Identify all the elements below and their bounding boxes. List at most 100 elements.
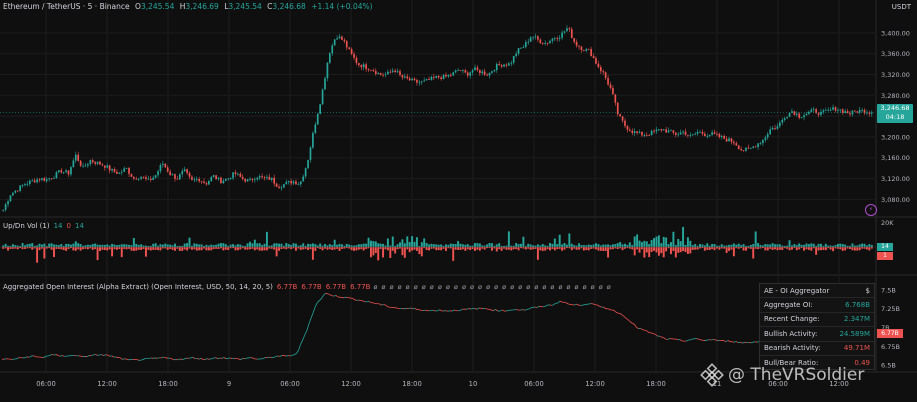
volume-up-bar — [263, 243, 266, 247]
flash-icon[interactable]: ⚡ — [865, 204, 877, 216]
volume-up-bar — [626, 244, 629, 247]
volume-up-bar — [476, 243, 479, 247]
volume-down-bar — [536, 247, 539, 260]
candle — [633, 131, 636, 133]
volume-down-bar — [396, 247, 399, 250]
oi-indicator-label[interactable]: Aggregated Open Interest (Alpha Extract)… — [3, 283, 612, 291]
currency-label[interactable]: USDT — [892, 3, 911, 11]
volume-down-bar — [824, 247, 827, 251]
oi-segment — [501, 309, 504, 312]
volume-up-bar — [57, 245, 60, 247]
volume-down-bar — [778, 247, 781, 250]
volume-up-bar — [624, 243, 626, 247]
candle — [43, 178, 46, 181]
volume-down-bar — [471, 247, 474, 250]
candle — [766, 134, 769, 138]
volume-up-bar — [638, 240, 641, 247]
oi-segment — [55, 354, 59, 356]
volume-down-bar — [590, 247, 593, 249]
candle — [251, 178, 254, 181]
volume-down-bar — [766, 247, 769, 251]
volume-up-bar — [691, 245, 694, 247]
volume-down-bar — [115, 247, 118, 250]
volume-down-bar — [483, 247, 486, 250]
candle — [636, 131, 638, 133]
volume-up-tag: 14 — [877, 243, 893, 251]
candle — [662, 129, 665, 131]
oi-segment — [344, 296, 347, 299]
volume-down-bar — [253, 247, 256, 251]
volume-down-bar — [524, 247, 527, 250]
volume-up-bar — [270, 245, 273, 247]
candle — [829, 109, 832, 111]
candle — [447, 75, 450, 77]
volume-up-bar — [558, 234, 561, 247]
info-value: 6.768B — [845, 301, 870, 310]
candle — [21, 185, 24, 186]
volume-up-bar — [94, 243, 97, 247]
candle — [232, 172, 234, 179]
candle — [413, 78, 416, 81]
info-label: Bearish Activity: — [764, 344, 821, 353]
volume-up-bar — [440, 244, 443, 247]
oi-segment — [111, 355, 115, 358]
volume-up-bar — [314, 244, 317, 247]
volume-down-bar — [863, 247, 866, 249]
volume-up-bar — [541, 244, 544, 247]
volume-up-bar — [520, 243, 522, 247]
candle — [399, 71, 401, 75]
volume-up-bar — [86, 244, 89, 247]
oi-segment — [238, 358, 241, 361]
candle — [355, 57, 358, 64]
volume-down-bar — [718, 247, 721, 250]
volume-up-bar — [21, 243, 24, 247]
time-tick-label: 06:00 — [36, 380, 56, 388]
candle — [45, 179, 48, 181]
volume-up-bar — [382, 243, 385, 247]
candle — [817, 113, 820, 115]
volume-up-bar — [684, 244, 687, 247]
oi-segment — [615, 311, 619, 314]
volume-up-bar — [362, 243, 365, 247]
candle — [491, 71, 493, 73]
oi-series — [1, 292, 874, 361]
candle — [67, 170, 70, 175]
volume-down-bar — [418, 247, 421, 255]
oi-segment — [646, 330, 650, 333]
volume-down-bar — [275, 247, 278, 257]
volume-down-bar — [157, 247, 160, 251]
volume-up-bar — [749, 244, 752, 247]
candle — [583, 50, 585, 51]
candle — [331, 45, 334, 54]
volume-up-bar — [529, 244, 532, 247]
volume-down-bar — [57, 247, 60, 249]
candle — [314, 124, 317, 133]
oi-segment — [354, 299, 357, 301]
oi-segment — [489, 309, 492, 311]
info-value: 49.71M — [843, 344, 870, 353]
volume-up-bar — [602, 244, 605, 247]
volume-down-bar — [457, 247, 460, 250]
candle — [578, 45, 580, 47]
volume-down-bar — [338, 247, 341, 251]
candle — [742, 150, 745, 152]
candle — [403, 76, 406, 78]
oi-segment — [493, 309, 496, 311]
candle — [360, 65, 363, 68]
candle — [82, 165, 84, 167]
volume-down-bar — [217, 247, 220, 250]
candle — [295, 181, 297, 185]
candle — [837, 110, 839, 111]
candle — [280, 187, 283, 189]
candle — [462, 70, 464, 71]
volume-down-bar — [672, 247, 675, 252]
oi-segment — [362, 300, 366, 303]
candle — [858, 110, 861, 113]
candle — [72, 160, 75, 168]
volume-down-bar — [384, 247, 387, 250]
oi-segment — [543, 305, 546, 308]
symbol-title[interactable]: Ethereum / TetherUS · 5 · Binance — [3, 2, 130, 11]
volume-indicator-label[interactable]: Up/Dn Vol (1) 14 0 14 — [3, 222, 84, 230]
volume-down-bar — [227, 247, 230, 251]
volume-down-bar — [517, 247, 520, 251]
